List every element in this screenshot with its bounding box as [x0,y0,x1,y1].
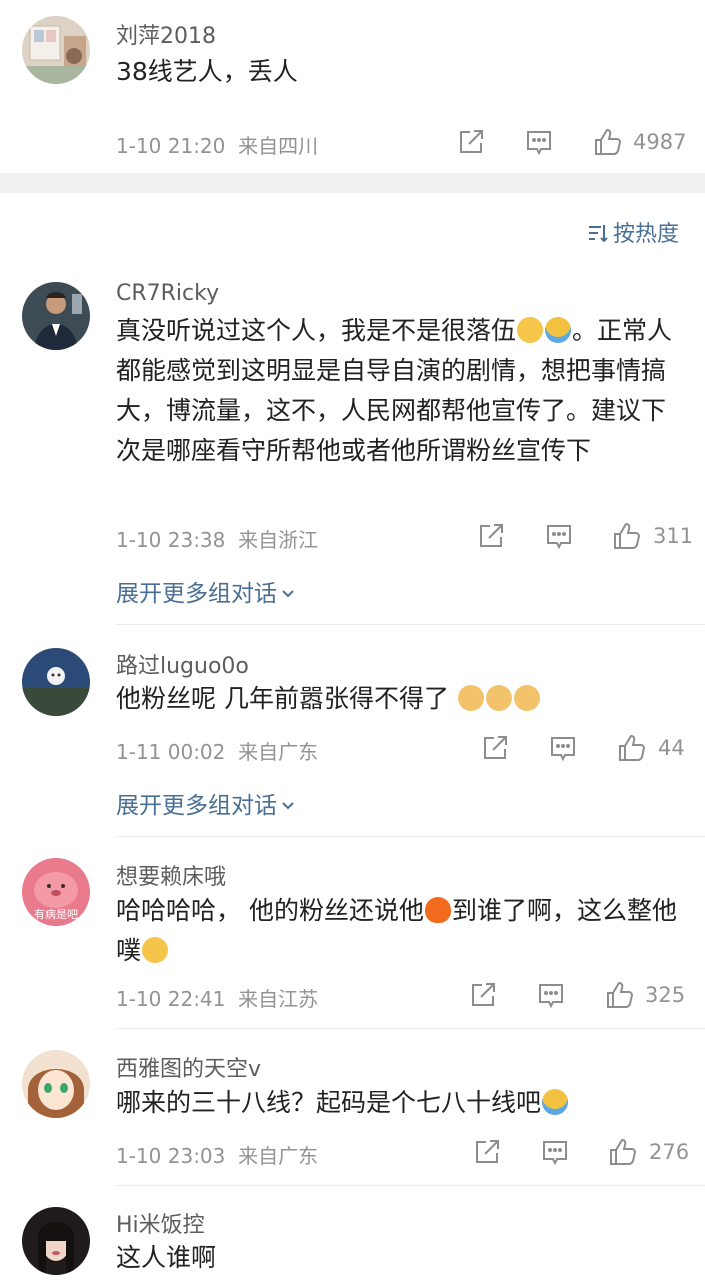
share-icon[interactable] [472,1137,504,1169]
chevron-down-icon [281,801,295,811]
comment-time: 1-10 23:03 来自广东 [116,1144,319,1168]
share-icon[interactable] [468,980,500,1012]
comment-icon[interactable] [524,127,556,159]
laugh-cry-emoji-icon [542,1089,569,1115]
weep-emoji-icon [517,317,544,343]
username[interactable]: 西雅图的天空v [116,1051,261,1083]
doge-emoji-icon [457,685,484,711]
like-icon[interactable] [604,979,636,1011]
avatar-caption: 有病是吧 [34,908,78,921]
comment-divider [116,836,705,837]
section-divider [0,173,705,193]
comment-text: 他粉丝呢 几年前嚣张得不得了 [116,679,686,719]
comment-icon[interactable] [544,521,576,553]
expand-conversation-link[interactable]: 展开更多组对话 [116,786,295,820]
sort-label: 按热度 [612,222,679,247]
comment-time: 1-11 00:02 来自广东 [116,740,319,764]
comment-icon[interactable] [548,733,580,765]
chevron-down-icon [281,589,295,599]
like-count: 325 [645,983,686,1007]
like-icon[interactable] [611,520,643,552]
like-count: 276 [649,1140,690,1164]
like-count: 44 [658,736,685,760]
share-icon[interactable] [456,127,488,159]
comment-icon[interactable] [540,1137,572,1169]
username[interactable]: 刘萍2018 [116,18,216,50]
comment-divider [116,1185,705,1186]
comment-icon[interactable] [536,980,568,1012]
laugh-cry-emoji-icon [545,317,572,343]
like-count: 4987 [633,130,687,154]
comment-text: 哈哈哈哈， 他的粉丝还说他 到谁了啊，这么整他噗 [116,896,677,965]
sort-icon [587,222,609,244]
username[interactable]: CR7Ricky [116,281,219,306]
like-icon[interactable] [592,126,624,158]
comment-time: 1-10 23:38 来自浙江 [116,528,319,552]
comment-text: 真没听说过这个人，我是不是很落伍 。正常人都能感觉到这明显是自导自演的剧情，想把事… [116,316,673,465]
like-icon[interactable] [607,1136,639,1168]
comment-divider [116,1028,705,1029]
doge-emoji-icon [513,685,540,711]
avatar[interactable] [22,1207,90,1275]
puff-emoji-icon [142,937,169,963]
username[interactable]: Hi米饭控 [116,1207,205,1239]
username[interactable]: 路过luguo0o [116,648,249,680]
sort-toggle[interactable]: 按热度 [587,216,679,248]
like-count: 311 [653,524,694,548]
comment-text: 38线艺人，丢人 [116,57,298,86]
fire-emoji-icon [424,897,451,923]
username[interactable]: 想要赖床哦 [116,859,226,891]
like-icon[interactable] [616,732,648,764]
avatar[interactable] [22,282,90,350]
expand-conversation-link[interactable]: 展开更多组对话 [116,574,295,608]
avatar[interactable] [22,1050,90,1118]
comment-text: 这人谁啊 [116,1243,217,1272]
avatar[interactable]: 有病是吧 [22,858,90,926]
comment-time: 1-10 21:20 来自四川 [116,134,319,158]
avatar[interactable] [22,648,90,716]
comment-text: 哪来的三十八线？起码是个七八十线吧 [116,1083,686,1123]
comment-divider [116,624,705,625]
avatar[interactable] [22,16,90,84]
comment-time: 1-10 22:41 来自江苏 [116,987,319,1011]
share-icon[interactable] [480,733,512,765]
share-icon[interactable] [476,521,508,553]
doge-emoji-icon [485,685,512,711]
